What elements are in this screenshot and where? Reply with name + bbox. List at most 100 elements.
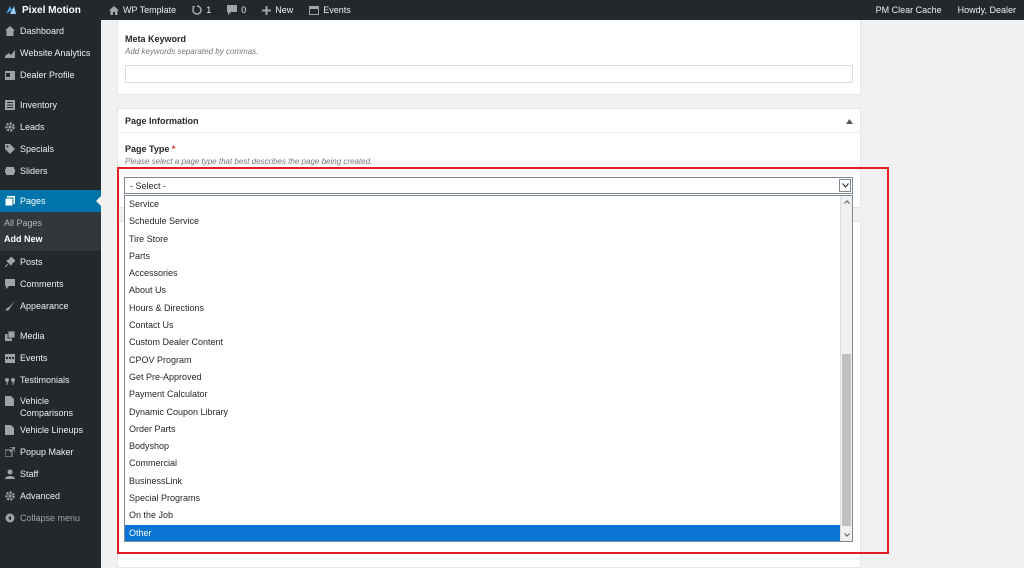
sidebar-item-specials[interactable]: Specials bbox=[0, 138, 101, 160]
dropdown-option[interactable]: Schedule Service bbox=[125, 213, 841, 230]
submenu-add-new[interactable]: Add New bbox=[0, 231, 101, 247]
dropdown-option[interactable]: BusinessLink bbox=[125, 473, 841, 490]
dropdown-option[interactable]: About Us bbox=[125, 282, 841, 299]
sidebar-item-inventory[interactable]: Inventory bbox=[0, 94, 101, 116]
dropdown-option[interactable]: Special Programs bbox=[125, 490, 841, 507]
sidebar-item-comments[interactable]: Comments bbox=[0, 273, 101, 295]
gear-icon bbox=[4, 491, 15, 502]
sidebar-item-sliders[interactable]: Sliders bbox=[0, 160, 101, 182]
page-type-label: Page Type * bbox=[125, 144, 372, 154]
sidebar-item-website-analytics[interactable]: Website Analytics bbox=[0, 42, 101, 64]
scrollbar-thumb[interactable] bbox=[842, 354, 851, 526]
chevron-down-icon[interactable] bbox=[839, 179, 851, 192]
events-link[interactable]: Events bbox=[301, 0, 359, 20]
meta-keyword-panel: Meta Keyword Add keywords separated by c… bbox=[117, 20, 861, 95]
page-type-description: Please select a page type that best desc… bbox=[125, 157, 373, 166]
id-card-icon bbox=[4, 70, 15, 81]
dropdown-option[interactable]: Order Parts bbox=[125, 421, 841, 438]
events-label: Events bbox=[323, 5, 351, 15]
meta-keyword-input[interactable] bbox=[125, 65, 853, 83]
sidebar-item-media[interactable]: Media bbox=[0, 325, 101, 347]
collapse-arrow-icon[interactable] bbox=[846, 116, 853, 126]
pin-icon bbox=[4, 257, 15, 268]
sidebar-item-vehicle-lineups[interactable]: Vehicle Lineups bbox=[0, 419, 101, 441]
updates-link[interactable]: 1 bbox=[184, 0, 219, 20]
sidebar-collapse-menu[interactable]: Collapse menu bbox=[0, 507, 101, 529]
dashboard-icon bbox=[4, 26, 15, 37]
dropdown-scrollbar[interactable] bbox=[840, 196, 852, 541]
sidebar-item-label: Events bbox=[20, 353, 48, 363]
updates-count: 1 bbox=[206, 5, 212, 15]
sidebar-item-label: Specials bbox=[20, 144, 55, 154]
comments-link[interactable]: 0 bbox=[219, 0, 254, 20]
page-information-title: Page Information bbox=[125, 115, 199, 126]
tag-icon bbox=[4, 144, 15, 155]
dropdown-option[interactable]: Service bbox=[125, 196, 841, 213]
sidebar-item-label: Advanced bbox=[20, 491, 61, 501]
sidebar-item-label: Vehicle Comparisons bbox=[20, 395, 73, 419]
sidebar-item-staff[interactable]: Staff bbox=[0, 463, 101, 485]
sidebar-item-dashboard[interactable]: Dashboard bbox=[0, 20, 101, 42]
dropdown-option[interactable]: CPOV Program bbox=[125, 352, 841, 369]
submenu-all-pages[interactable]: All Pages bbox=[0, 215, 101, 231]
dropdown-option[interactable]: Dynamic Coupon Library bbox=[125, 404, 841, 421]
site-name-link[interactable]: WP Template bbox=[101, 0, 184, 20]
sidebar-item-popup-maker[interactable]: Popup Maker bbox=[0, 441, 101, 463]
new-label: New bbox=[275, 5, 294, 15]
sidebar-item-label-line2: Comparisons bbox=[20, 408, 74, 418]
comments-count: 0 bbox=[241, 5, 247, 15]
sidebar-item-events[interactable]: Events bbox=[0, 347, 101, 369]
sidebar-item-pages[interactable]: Pages bbox=[0, 190, 101, 212]
pixel-motion-logo-icon bbox=[4, 4, 18, 16]
sidebar-item-label: Testimonials bbox=[20, 375, 70, 385]
sidebar-item-dealer-profile[interactable]: Dealer Profile bbox=[0, 64, 101, 86]
sidebar-item-label: Dealer Profile bbox=[20, 70, 75, 80]
sidebar-item-label: Vehicle Lineups bbox=[20, 425, 84, 435]
media-icon bbox=[4, 331, 15, 342]
sidebar-item-label: Website Analytics bbox=[20, 48, 91, 58]
dropdown-option[interactable]: Bodyshop bbox=[125, 438, 841, 455]
dropdown-option[interactable]: Get Pre-Approved bbox=[125, 369, 841, 386]
page-information-header[interactable]: Page Information bbox=[118, 109, 860, 133]
dropdown-option[interactable]: Commercial bbox=[125, 455, 841, 472]
dropdown-option[interactable]: Payment Calculator bbox=[125, 386, 841, 403]
sidebar-item-posts[interactable]: Posts bbox=[0, 251, 101, 273]
new-content-link[interactable]: New bbox=[254, 0, 301, 20]
pages-submenu: All Pages Add New bbox=[0, 212, 101, 251]
clear-cache-link[interactable]: PM Clear Cache bbox=[868, 0, 950, 20]
required-marker: * bbox=[171, 144, 176, 154]
sidebar-item-leads[interactable]: Leads bbox=[0, 116, 101, 138]
dropdown-option[interactable]: Parts bbox=[125, 248, 841, 265]
page-type-label-text: Page Type bbox=[125, 144, 170, 154]
scroll-down-arrow-icon[interactable] bbox=[841, 529, 852, 541]
dropdown-option[interactable]: Contact Us bbox=[125, 317, 841, 334]
brand-logo[interactable]: Pixel Motion bbox=[0, 0, 101, 20]
brand-name: Pixel Motion bbox=[22, 4, 81, 16]
staff-icon bbox=[4, 469, 15, 480]
dropdown-option[interactable]: On the Job bbox=[125, 507, 841, 524]
dropdown-option[interactable]: Custom Dealer Content bbox=[125, 334, 841, 351]
dropdown-option[interactable]: Tire Store bbox=[125, 231, 841, 248]
sidebar-item-label: Appearance bbox=[20, 301, 69, 311]
dropdown-option[interactable]: Hours & Directions bbox=[125, 300, 841, 317]
meta-keyword-label: Meta Keyword bbox=[125, 34, 187, 44]
plus-icon bbox=[262, 5, 272, 15]
pages-icon bbox=[4, 196, 15, 207]
dropdown-option[interactable]: Accessories bbox=[125, 265, 841, 282]
sidebar-item-vehicle-comparisons[interactable]: Vehicle Comparisons bbox=[0, 391, 101, 419]
sidebar-item-label: Media bbox=[20, 331, 45, 341]
brush-icon bbox=[4, 301, 15, 312]
sidebar-item-label: Inventory bbox=[20, 100, 58, 110]
dropdown-option[interactable]: Other bbox=[125, 524, 841, 541]
list-icon bbox=[4, 100, 15, 111]
scroll-up-arrow-icon[interactable] bbox=[841, 196, 852, 208]
sidebar-item-testimonials[interactable]: Testimonials bbox=[0, 369, 101, 391]
page-type-options: Service Schedule Service Tire Store Parts Ac… bbox=[125, 196, 841, 541]
comment-icon bbox=[4, 279, 15, 290]
page-type-select[interactable]: - Select - bbox=[124, 177, 853, 194]
sidebar-item-advanced[interactable]: Advanced bbox=[0, 485, 101, 507]
sidebar-item-label: Sliders bbox=[20, 166, 48, 176]
account-menu[interactable]: Howdy, Dealer bbox=[950, 0, 1024, 20]
page-type-dropdown[interactable]: Service Schedule Service Tire Store Parts Ac… bbox=[124, 195, 853, 542]
sidebar-item-appearance[interactable]: Appearance bbox=[0, 295, 101, 317]
